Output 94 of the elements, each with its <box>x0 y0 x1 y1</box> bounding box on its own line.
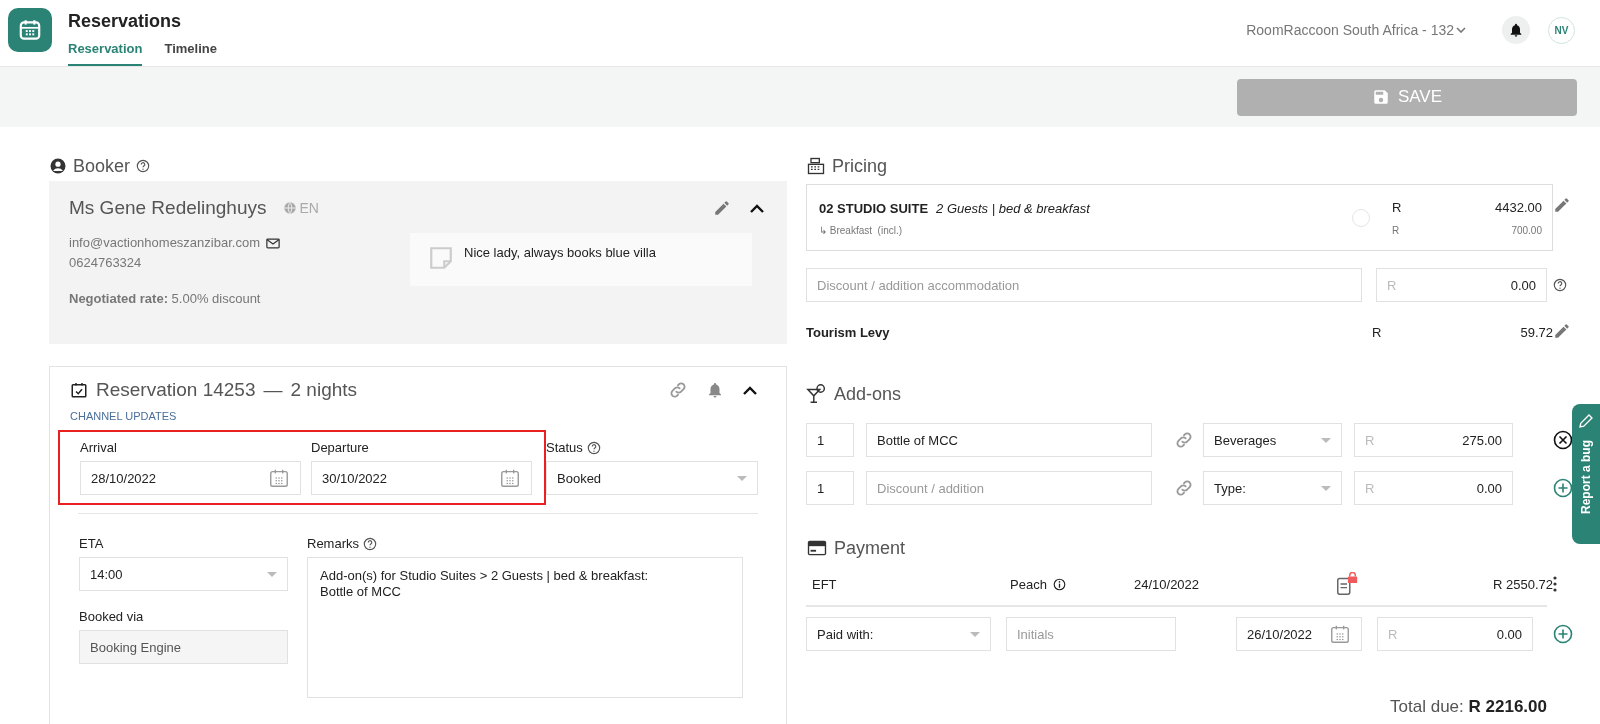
language-code: EN <box>299 200 319 216</box>
field-label: Remarks <box>307 536 359 551</box>
calendar-check-icon <box>70 381 88 399</box>
chevron-down-icon <box>1456 27 1466 33</box>
payment-amount: R 2550.72 <box>1493 576 1553 592</box>
globe-icon <box>282 201 297 215</box>
amount-field[interactable]: R 0.00 <box>1354 471 1513 505</box>
locked-document-icon[interactable] <box>1335 572 1359 596</box>
mail-icon[interactable] <box>265 237 280 249</box>
reservation-title: Reservation 14253 <box>96 379 256 401</box>
section-title: Booker <box>73 155 131 177</box>
more-icon[interactable] <box>1553 576 1557 592</box>
pencil-icon <box>1577 412 1595 430</box>
currency-label: R <box>1392 199 1403 215</box>
note-icon <box>428 245 454 271</box>
help-icon[interactable] <box>1553 278 1567 292</box>
calendar-icon <box>17 17 43 43</box>
pencil-icon[interactable] <box>1553 321 1571 340</box>
total-due: Total due: R 2216.00 <box>1389 697 1547 717</box>
type-select[interactable]: Beverages <box>1203 423 1342 457</box>
field-label: Arrival <box>80 440 118 455</box>
pencil-icon[interactable] <box>1553 196 1571 214</box>
add-icon[interactable] <box>1553 478 1573 498</box>
link-icon[interactable] <box>668 380 688 400</box>
payment-provider: Peach <box>1010 576 1047 592</box>
caret-icon <box>1321 437 1331 443</box>
collapse-icon[interactable] <box>749 203 765 213</box>
section-title: Payment <box>834 537 906 559</box>
field-label: ETA <box>79 536 105 551</box>
status-select[interactable]: Booked <box>546 461 758 495</box>
collapse-icon[interactable] <box>742 385 758 395</box>
amount-field[interactable]: R 275.00 <box>1354 423 1513 457</box>
calendar-icon[interactable] <box>499 467 521 489</box>
eta-select[interactable]: 14:00 <box>79 557 288 591</box>
extra-arrow-icon: ↳ <box>819 225 827 236</box>
help-icon[interactable] <box>363 536 377 551</box>
departure-date-field[interactable]: 30/10/2022 <box>311 461 532 495</box>
payment-method-select[interactable]: Paid with: <box>806 617 991 651</box>
levy-label: Tourism Levy <box>806 324 891 340</box>
amount-field[interactable]: R 0.00 <box>1376 268 1547 302</box>
remarks-field[interactable]: Add-on(s) for Studio Suites > 2 Guests | bed & breakfast: Bottle of MCC <box>307 557 743 698</box>
arrival-date-field[interactable]: 28/10/2022 <box>80 461 301 495</box>
tab[interactable]: Timeline <box>164 41 217 66</box>
quantity-field[interactable]: 1 <box>806 471 854 505</box>
type-select[interactable]: Type: <box>1203 471 1342 505</box>
booker-email: info@vactionhomeszanzibar.com <box>69 234 260 252</box>
booker-name: Ms Gene Redelinghuys <box>69 197 267 219</box>
section-title: Pricing <box>832 155 888 177</box>
levy-amount: 59.72 <box>1519 324 1553 340</box>
room-details: 2 Guests | bed & breakfast <box>936 201 1090 216</box>
add-icon[interactable] <box>1553 624 1573 644</box>
caret-icon <box>1321 485 1331 491</box>
cocktail-icon <box>806 383 828 405</box>
field-label: Departure <box>311 440 370 455</box>
pencil-icon[interactable] <box>713 199 731 217</box>
page-title: Reservations <box>68 11 183 32</box>
amount-field[interactable]: R 0.00 <box>1377 617 1533 651</box>
property-selector[interactable]: RoomRaccoon South Africa - 132 <box>1246 22 1466 38</box>
help-icon[interactable] <box>136 159 151 173</box>
report-bug-tab[interactable]: Report a bug <box>1572 404 1600 544</box>
remove-icon[interactable] <box>1553 430 1573 450</box>
extra-name: Breakfast (incl.) <box>829 225 903 236</box>
payment-date: 24/10/2022 <box>1134 576 1201 592</box>
negotiated-rate: Negotiated rate: 5.00% discount <box>69 291 262 306</box>
caret-icon <box>737 475 747 481</box>
bell-icon[interactable] <box>706 381 724 399</box>
channel-updates-link[interactable]: CHANNEL UPDATES <box>58 409 183 423</box>
reservation-separator: — <box>263 379 283 401</box>
info-icon[interactable] <box>1052 577 1066 591</box>
field-label: Booked via <box>79 609 145 624</box>
note-text: Nice lady, always books blue villa <box>464 245 656 262</box>
addon-name-field[interactable]: Bottle of MCC <box>866 423 1152 457</box>
cash-register-icon <box>806 156 826 176</box>
caret-icon <box>970 631 980 637</box>
nights-count: 2 nights <box>290 379 358 401</box>
currency-label: R <box>1392 224 1401 236</box>
calendar-icon[interactable] <box>1329 623 1351 645</box>
quantity-field[interactable]: 1 <box>806 423 854 457</box>
notifications-button[interactable] <box>1502 16 1530 44</box>
room-name: 02 STUDIO SUITE <box>819 201 929 216</box>
calendar-icon[interactable] <box>268 467 290 489</box>
bell-icon <box>1508 22 1524 38</box>
booker-phone: 0624763324 <box>69 254 143 272</box>
help-icon[interactable] <box>586 440 601 455</box>
user-icon <box>49 157 67 175</box>
caret-icon <box>267 571 277 577</box>
payment-method: EFT <box>812 576 838 592</box>
room-amount: 4432.00 <box>1494 199 1542 215</box>
field-label: Status <box>546 440 583 455</box>
payment-date-field[interactable]: 26/10/2022 <box>1236 617 1362 651</box>
extra-amount: 700.00 <box>1510 224 1542 236</box>
app-logo[interactable] <box>8 8 52 52</box>
currency-label: R <box>1371 324 1383 340</box>
section-title: Add-ons <box>834 383 902 405</box>
